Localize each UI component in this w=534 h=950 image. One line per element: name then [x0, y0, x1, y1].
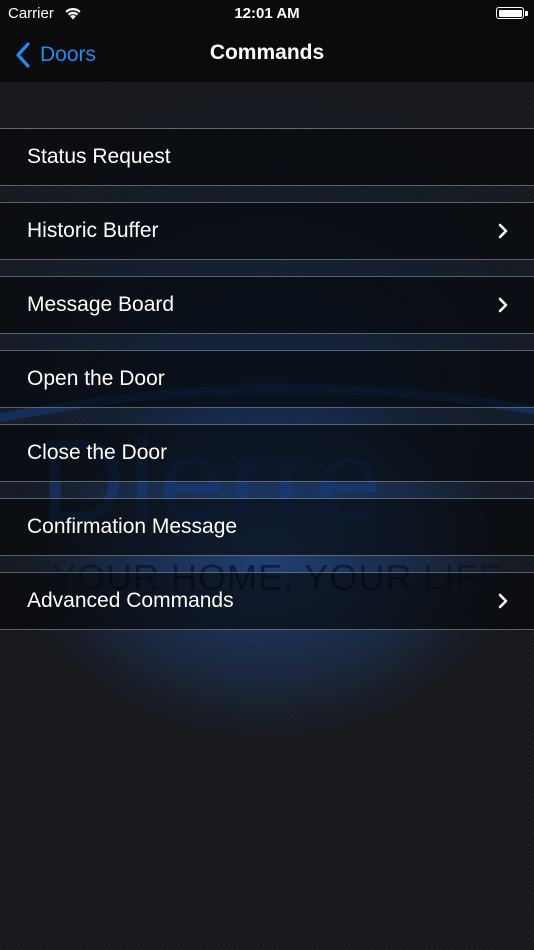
command-label: Message Board — [27, 293, 175, 316]
command-label: Close the Door — [27, 441, 168, 464]
battery-icon — [496, 7, 524, 19]
command-close-door[interactable]: Close the Door — [0, 424, 534, 482]
chevron-right-icon — [498, 593, 508, 609]
chevron-right-icon — [498, 223, 508, 239]
command-advanced-commands[interactable]: Advanced Commands — [0, 572, 534, 630]
command-status-request[interactable]: Status Request — [0, 129, 534, 186]
chevron-right-icon — [498, 297, 508, 313]
command-confirmation-message[interactable]: Confirmation Message — [0, 498, 534, 556]
command-label: Open the Door — [27, 367, 165, 390]
command-label: Historic Buffer — [27, 219, 159, 242]
command-open-door[interactable]: Open the Door — [0, 350, 534, 408]
page-title: Commands — [209, 41, 325, 64]
command-message-board[interactable]: Message Board — [0, 276, 534, 334]
battery-tip — [525, 11, 528, 16]
commands-list: Status Request Historic Buffer Message B… — [0, 128, 534, 630]
command-label: Status Request — [27, 145, 171, 168]
navigation-bar: Doors Commands — [0, 28, 534, 82]
command-label: Advanced Commands — [27, 589, 234, 612]
status-time: 12:01 AM — [234, 5, 300, 22]
status-bar: Carrier 12:01 AM — [0, 0, 534, 28]
command-historic-buffer[interactable]: Historic Buffer — [0, 202, 534, 260]
command-label: Confirmation Message — [27, 515, 238, 538]
battery-level — [498, 9, 522, 17]
